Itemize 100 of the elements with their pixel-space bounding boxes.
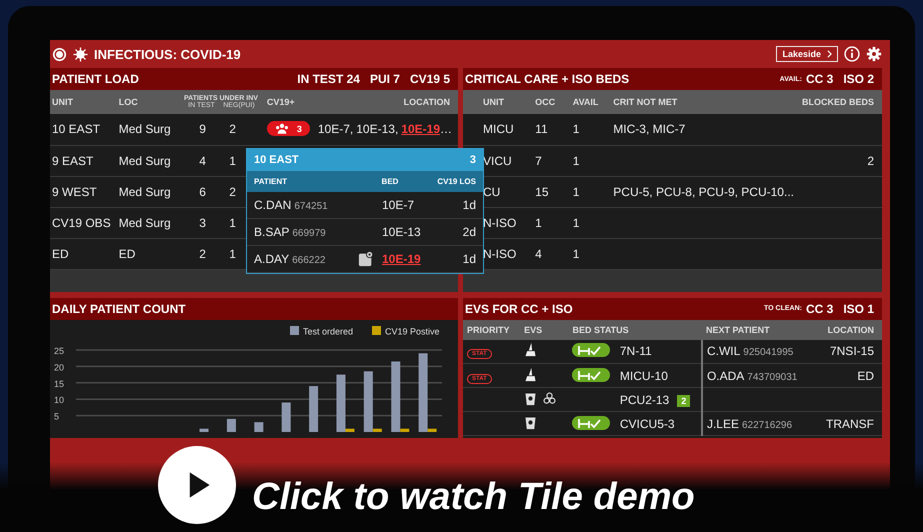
table-cell: 1 xyxy=(572,184,580,198)
bed-text: PCU2-13 xyxy=(620,392,670,406)
bed-text: CVICU5-3 xyxy=(620,416,675,430)
table-cell: 2 xyxy=(229,122,236,136)
column-header: CRIT NOT MET xyxy=(613,97,678,107)
table-cell: 3 xyxy=(199,216,206,230)
patient-name: C.WIL xyxy=(706,344,740,358)
bed-text: 10E-13 xyxy=(356,122,395,136)
chart-bar xyxy=(200,428,209,432)
axis-tick-label: 20 xyxy=(54,362,64,372)
virus-icon xyxy=(73,46,88,62)
bed-text: 7N-11 xyxy=(620,344,652,358)
table-cell: Med Surg xyxy=(118,154,171,168)
patient-id: 925041995 xyxy=(743,347,794,358)
bed-text: 10E-13 xyxy=(382,225,422,239)
table-cell: TRANSF xyxy=(826,416,874,430)
info-icon[interactable] xyxy=(844,46,860,62)
panel-title: EVS FOR CC + ISO xyxy=(465,302,573,316)
table-cell: Med Surg xyxy=(118,184,171,198)
table-cell: 9 xyxy=(199,122,206,136)
patient-name: C.DAN xyxy=(254,198,292,212)
column-header: LOCATION xyxy=(404,97,450,107)
table-cell: Med Surg xyxy=(118,216,171,230)
table-cell: 4 xyxy=(535,246,542,260)
column-header: UNIT xyxy=(483,97,504,107)
settings-icon[interactable] xyxy=(866,46,882,62)
biohazard-icon xyxy=(543,390,556,406)
table-cell: 2 xyxy=(229,184,236,198)
legend-swatch xyxy=(290,326,299,334)
stat-text: CC 3 xyxy=(806,72,834,86)
axis-tick-label: 5 xyxy=(54,411,60,422)
table-cell: 1 xyxy=(535,216,542,230)
table-cell: 1 xyxy=(229,216,236,230)
legend-label: CV19 Postive xyxy=(385,326,440,336)
table-cell: 10 EAST xyxy=(52,122,100,136)
table-cell: 9 EAST xyxy=(52,154,94,168)
bin-icon xyxy=(524,414,538,430)
table-cell: ED xyxy=(118,246,136,260)
bed-text: MICU-10 xyxy=(620,368,668,382)
table-cell: 2 xyxy=(199,246,206,260)
stat-text: IN TEST 24 xyxy=(297,72,360,86)
panel-title: PATIENT LOAD xyxy=(52,72,139,86)
bed-link[interactable]: 10E-19 xyxy=(401,122,440,136)
positive-count-badge[interactable]: 3 xyxy=(266,121,310,136)
chart-bar xyxy=(254,422,264,432)
table-cell: 6 xyxy=(199,184,206,198)
stat-text: ISO 1 xyxy=(843,302,874,316)
table-cell: 1 xyxy=(229,246,236,260)
table-cell: VICU xyxy=(483,154,512,168)
table-cell: 7NSI-15 xyxy=(830,344,874,358)
patient-name: A.DAY xyxy=(254,252,290,266)
axis-tick-label: 10 xyxy=(54,394,64,405)
chart-bar xyxy=(309,386,318,432)
chevron-icon xyxy=(827,50,832,58)
table-cell: ED xyxy=(857,368,874,382)
table-cell: MIC-3, MIC-7 xyxy=(613,122,686,136)
count-badge: 2 xyxy=(677,394,690,406)
stay-length: 1d xyxy=(462,198,476,212)
separator-text: , xyxy=(394,122,398,136)
column-header: BLOCKED BEDS xyxy=(802,97,874,107)
table-cell: N-ISO xyxy=(483,246,516,260)
column-header: EVS xyxy=(524,324,542,334)
popup-count: 3 xyxy=(470,154,476,166)
table-cell: 1 xyxy=(572,122,580,136)
patient-id: 743709031 xyxy=(747,372,798,382)
column-header: CV19+ xyxy=(266,97,295,107)
axis-tick-label: 25 xyxy=(54,346,64,356)
patient-name: B.SAP xyxy=(254,225,290,239)
panel-title: DAILY PATIENT COUNT xyxy=(52,302,186,316)
video-caption: Click to watch Tile demo xyxy=(252,476,695,518)
table-cell: 7 xyxy=(535,154,542,168)
panel-title: CRITICAL CARE + ISO BEDS xyxy=(465,72,630,86)
patient-id: 622716296 xyxy=(742,420,792,430)
broom-icon xyxy=(524,366,538,382)
table-cell: 11 xyxy=(535,122,548,136)
stat-text: CC 3 xyxy=(806,302,834,316)
legend-label: Test ordered xyxy=(303,326,354,336)
column-header: NEXT PATIENT xyxy=(706,324,770,334)
chart-bar xyxy=(282,402,291,432)
more-text: … xyxy=(440,122,452,136)
table-cell: 2 xyxy=(867,154,874,168)
bed-link[interactable]: 10E-19 xyxy=(382,252,438,266)
patient-id: 669979 xyxy=(292,228,326,239)
column-header: LOC xyxy=(118,97,138,107)
app-title: INFECTIOUS: COVID-19 xyxy=(94,46,241,62)
table-cell: 4 xyxy=(199,154,206,168)
table-cell: CV19 OBS xyxy=(52,216,111,230)
stay-length: 2d xyxy=(462,225,476,239)
separator-text: , xyxy=(350,122,354,136)
table-cell: ED xyxy=(52,246,69,260)
column-header: BED STATUS xyxy=(572,324,629,334)
stat-text: PUI 7 xyxy=(370,72,400,86)
table-cell: MICU xyxy=(483,122,514,136)
popup-title: 10 EAST xyxy=(254,154,299,166)
column-header: OCC xyxy=(535,97,556,107)
column-header: CV19 LOS xyxy=(437,177,476,186)
site-button[interactable]: Lakeside xyxy=(776,46,838,62)
table-cell: PCU-5, PCU-8, PCU-9, PCU-10... xyxy=(613,184,794,198)
patient-id: 674251 xyxy=(294,201,328,212)
patient-name: J.LEE xyxy=(706,416,739,430)
